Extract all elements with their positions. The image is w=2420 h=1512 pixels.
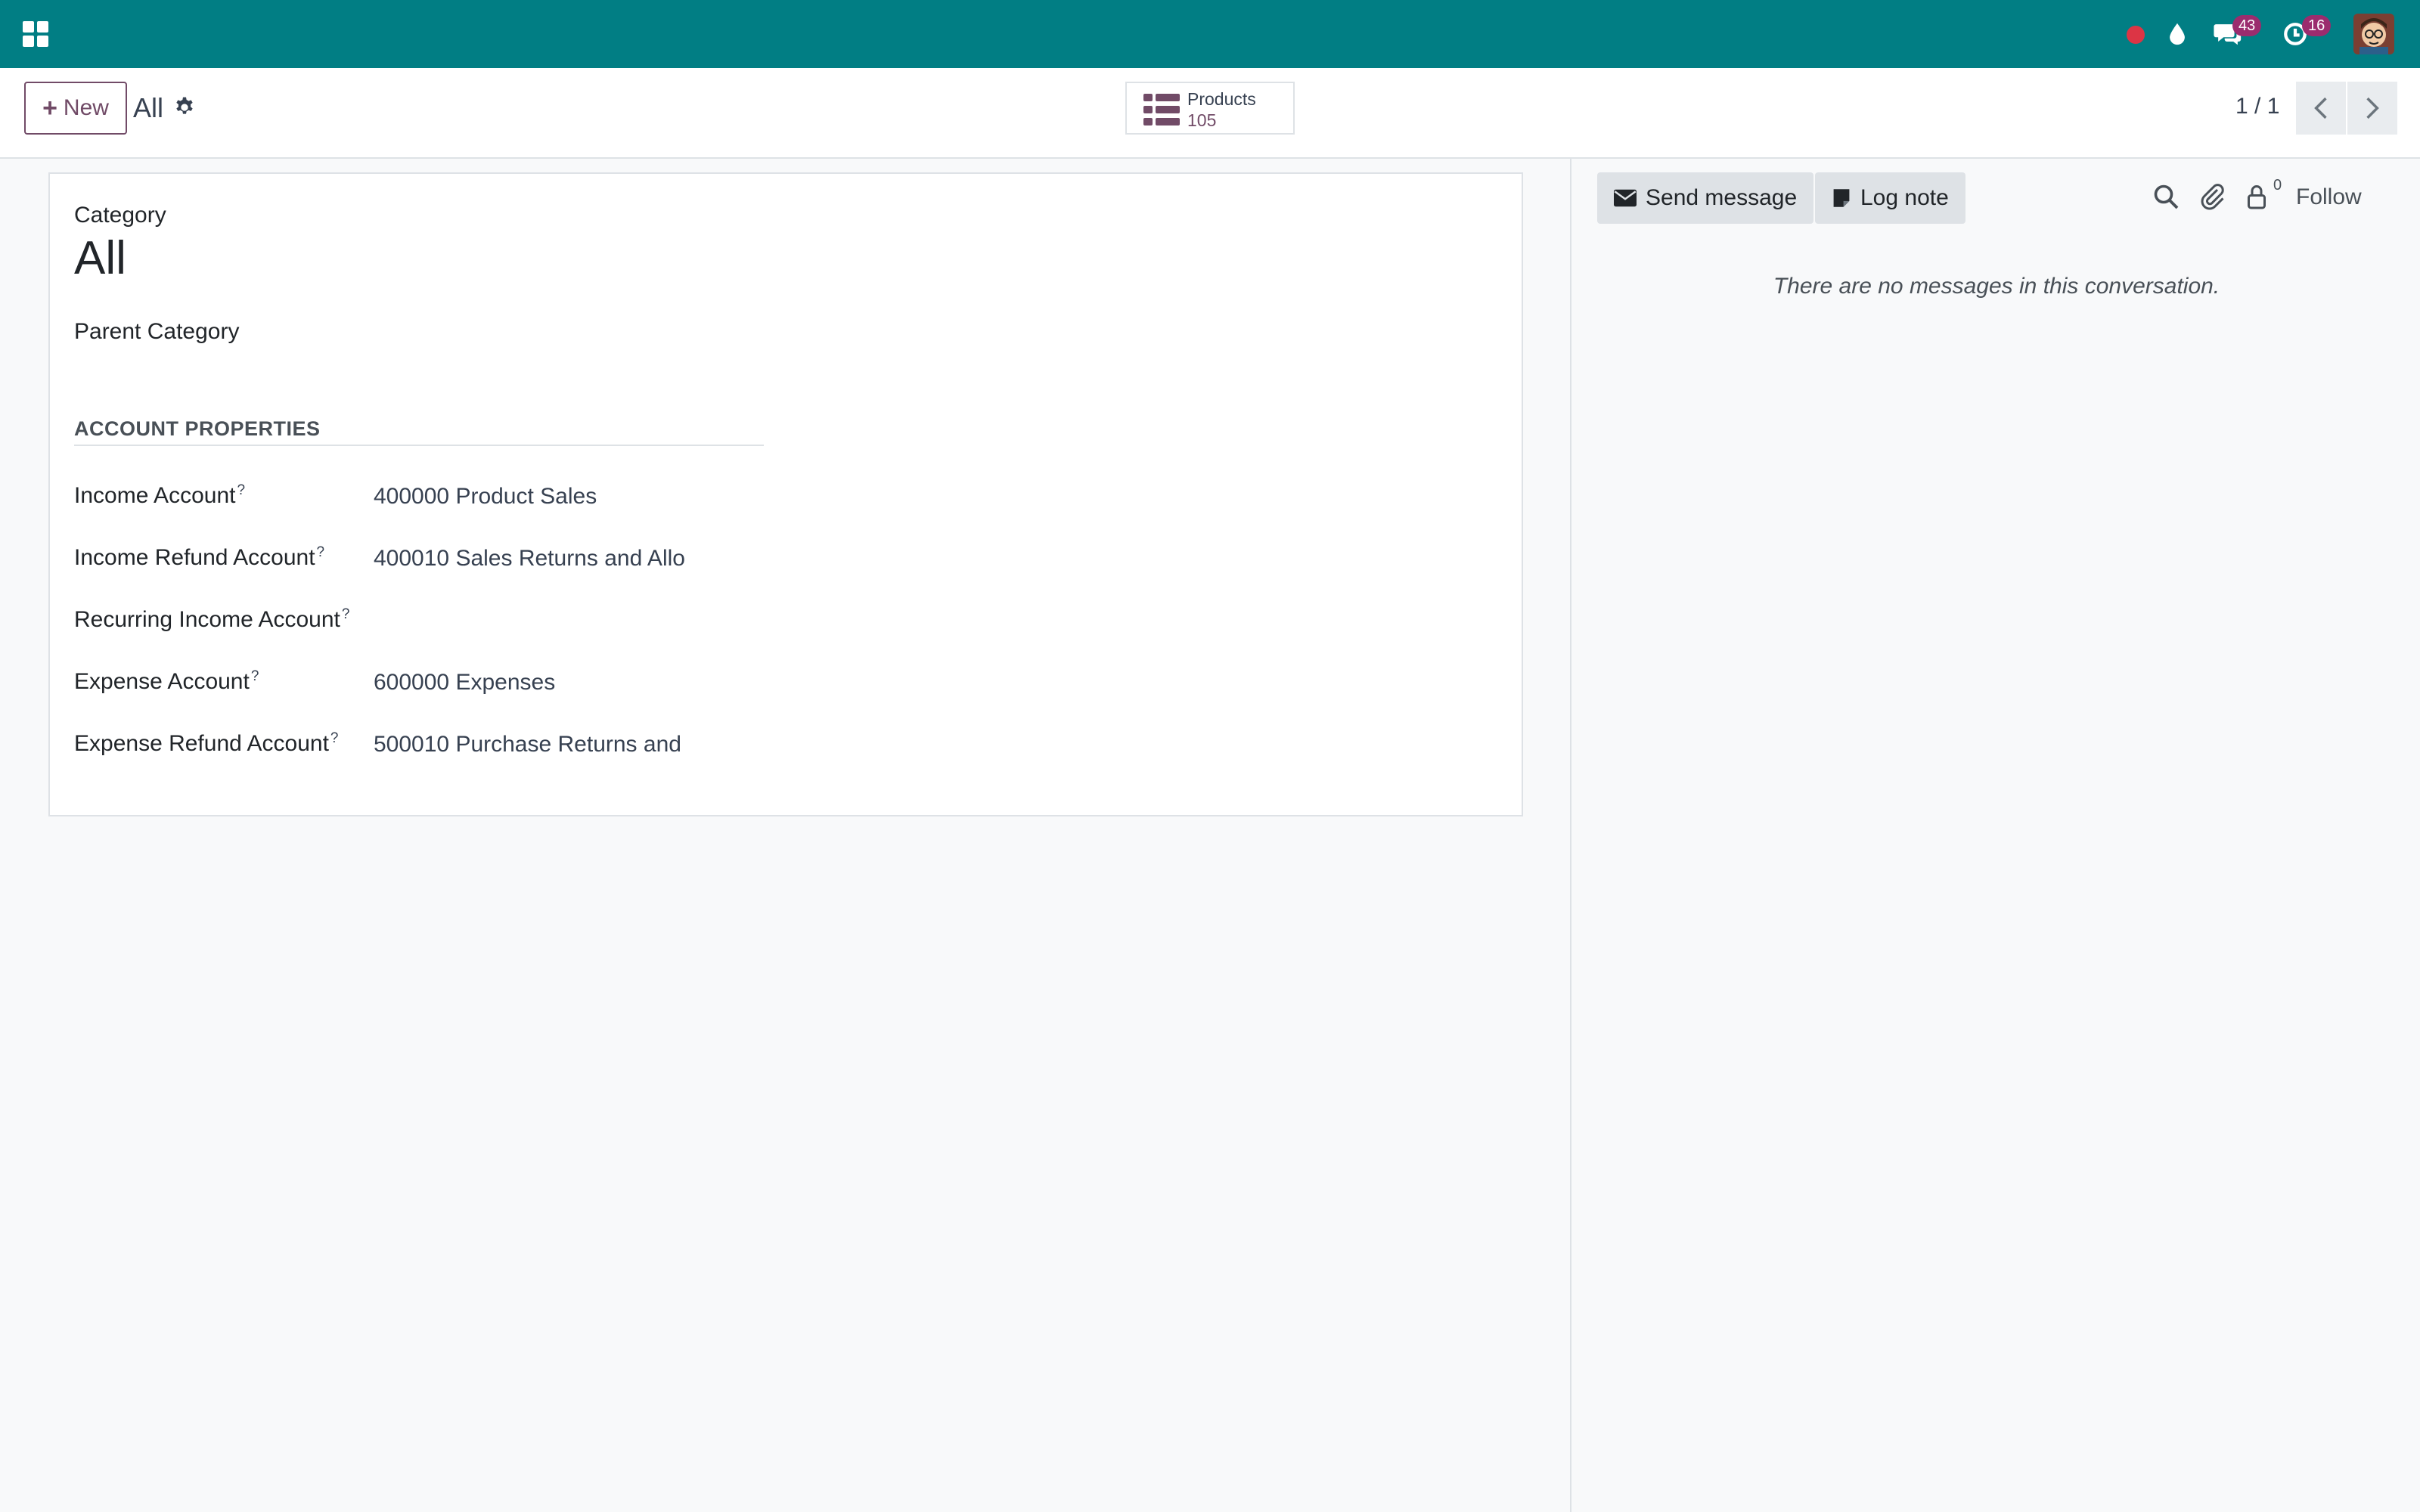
expense-refund-account-field[interactable]: 500010 Purchase Returns and bbox=[374, 732, 681, 758]
income-refund-account-field[interactable]: 400010 Sales Returns and Allo bbox=[374, 546, 685, 572]
apps-grid-icon[interactable] bbox=[23, 21, 48, 47]
user-avatar[interactable] bbox=[2353, 14, 2394, 54]
products-smart-button[interactable]: Products 105 bbox=[1125, 82, 1295, 135]
breadcrumb: All bbox=[133, 92, 164, 123]
new-button-label: New bbox=[63, 95, 109, 120]
help-tooltip-icon[interactable]: ? bbox=[237, 482, 245, 498]
plus-icon: + bbox=[42, 93, 57, 122]
search-icon[interactable] bbox=[2152, 183, 2180, 210]
log-note-label: Log note bbox=[1860, 185, 1949, 210]
messages-count-badge: 43 bbox=[2232, 15, 2262, 36]
chevron-right-icon bbox=[2366, 97, 2379, 119]
expense-account-field[interactable]: 600000 Expenses bbox=[374, 670, 555, 696]
category-name-field[interactable]: All bbox=[74, 231, 126, 285]
chevron-left-icon bbox=[2314, 97, 2327, 119]
category-label: Category bbox=[74, 203, 166, 228]
envelope-icon bbox=[1614, 189, 1637, 207]
follow-button[interactable]: Follow bbox=[2296, 184, 2362, 210]
recurring-income-account-label-text: Recurring Income Account bbox=[74, 607, 340, 632]
pager-next-button[interactable] bbox=[2347, 82, 2397, 135]
top-navbar: 43 16 bbox=[0, 0, 2420, 68]
gear-icon[interactable] bbox=[172, 95, 197, 119]
expense-refund-account-label-text: Expense Refund Account bbox=[74, 731, 329, 756]
help-tooltip-icon[interactable]: ? bbox=[251, 668, 259, 684]
chatter-panel: Send message Log note 0 Follow There are… bbox=[1570, 159, 2420, 1512]
send-message-label: Send message bbox=[1646, 185, 1798, 210]
account-properties-heading: ACCOUNT PROPERTIES bbox=[74, 417, 321, 440]
followers-count: 0 bbox=[2273, 177, 2282, 194]
empty-conversation-text: There are no messages in this conversati… bbox=[1773, 274, 2220, 299]
sticky-note-icon bbox=[1833, 189, 1850, 207]
expense-account-label: Expense Account? bbox=[74, 668, 259, 695]
new-button[interactable]: + New bbox=[24, 82, 127, 135]
help-tooltip-icon[interactable]: ? bbox=[317, 544, 325, 560]
expense-refund-account-label: Expense Refund Account? bbox=[74, 730, 338, 757]
income-refund-account-label-text: Income Refund Account bbox=[74, 545, 315, 570]
parent-category-label: Parent Category bbox=[74, 319, 240, 344]
activities-count-badge: 16 bbox=[2302, 15, 2332, 36]
pager-previous-button[interactable] bbox=[2296, 82, 2346, 135]
user-lock-icon[interactable] bbox=[2243, 183, 2270, 210]
list-icon bbox=[1143, 94, 1180, 125]
section-divider bbox=[74, 445, 764, 446]
help-tooltip-icon[interactable]: ? bbox=[342, 606, 350, 622]
help-tooltip-icon[interactable]: ? bbox=[330, 730, 339, 746]
expense-account-label-text: Expense Account bbox=[74, 669, 250, 694]
smart-button-label: Products bbox=[1187, 89, 1256, 109]
send-message-button[interactable]: Send message bbox=[1597, 172, 1814, 224]
pager-value[interactable]: 1 / 1 bbox=[2235, 94, 2279, 119]
income-account-field[interactable]: 400000 Product Sales bbox=[374, 484, 597, 510]
form-sheet: Category All Parent Category ACCOUNT PRO… bbox=[48, 172, 1523, 816]
income-account-label-text: Income Account bbox=[74, 483, 236, 508]
income-refund-account-label: Income Refund Account? bbox=[74, 544, 324, 571]
log-note-button[interactable]: Log note bbox=[1815, 172, 1965, 224]
income-account-label: Income Account? bbox=[74, 482, 245, 509]
avatar-face-icon bbox=[2353, 14, 2394, 54]
water-drop-icon[interactable] bbox=[2164, 21, 2190, 47]
recurring-income-account-label: Recurring Income Account? bbox=[74, 606, 349, 633]
control-panel: + New All Products 105 1 / 1 bbox=[0, 68, 2420, 159]
paperclip-icon[interactable] bbox=[2199, 183, 2226, 210]
smart-button-count: 105 bbox=[1187, 110, 1217, 130]
record-dot-icon[interactable] bbox=[2127, 26, 2145, 44]
